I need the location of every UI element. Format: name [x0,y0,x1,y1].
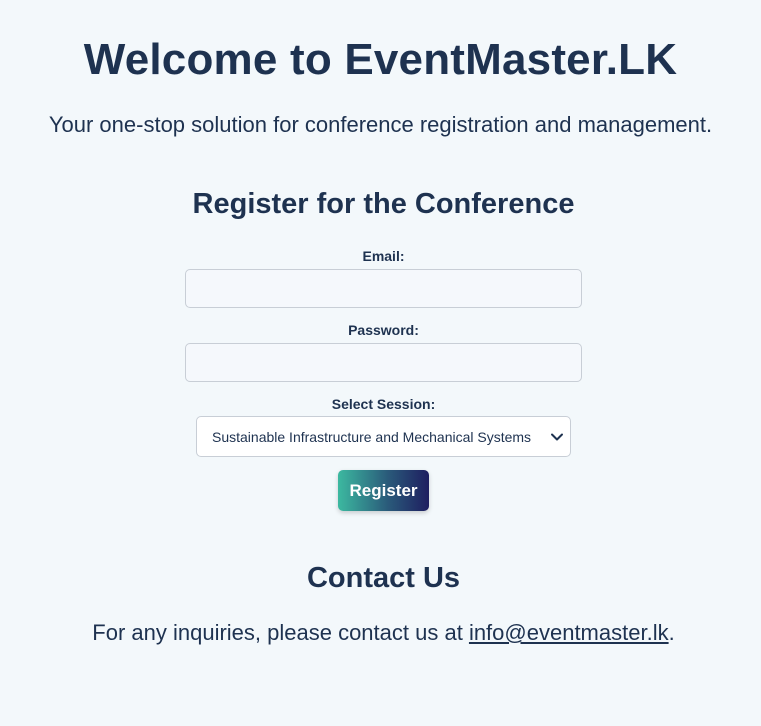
page-subtitle: Your one-stop solution for conference re… [48,112,713,137]
registration-heading: Register for the Conference [192,188,575,220]
password-field[interactable] [185,343,582,382]
email-label: Email: [362,248,405,264]
register-button[interactable]: Register [338,470,429,511]
page: Welcome to EventMaster.LK Your one-stop … [0,0,761,726]
contact-email-link[interactable]: info@eventmaster.lk [469,620,669,645]
page-title: Welcome to EventMaster.LK [83,35,678,84]
password-label: Password: [348,322,419,338]
session-selected-value: Sustainable Infrastructure and Mechanica… [212,429,532,445]
contact-heading: Contact Us [306,562,461,594]
session-label: Select Session: [331,396,436,412]
chevron-down-icon [551,433,563,441]
contact-text-before: For any inquiries, please contact us at [92,620,469,645]
contact-text: For any inquiries, please contact us at … [0,619,761,647]
contact-text-after: . [668,620,675,645]
email-field[interactable] [185,269,582,308]
session-select[interactable]: Sustainable Infrastructure and Mechanica… [196,416,571,457]
